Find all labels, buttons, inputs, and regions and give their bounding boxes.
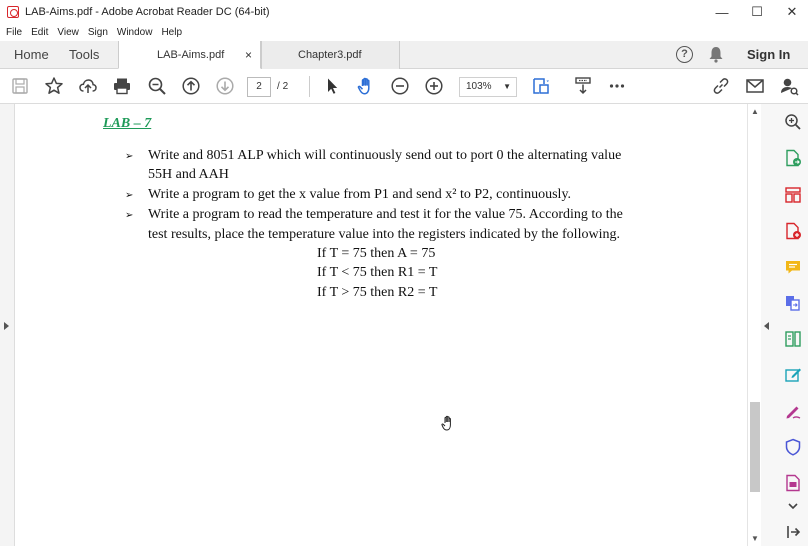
window-title: LAB-Aims.pdf - Adobe Acrobat Reader DC (… bbox=[25, 6, 270, 18]
scrollbar-thumb[interactable] bbox=[750, 402, 760, 492]
tab-home[interactable]: Home bbox=[14, 41, 49, 69]
pin-icon[interactable] bbox=[783, 522, 803, 542]
scroll-down-icon[interactable]: ▼ bbox=[751, 534, 759, 543]
menu-help[interactable]: Help bbox=[161, 27, 182, 38]
more-options-icon[interactable] bbox=[607, 76, 627, 96]
zoom-out-icon[interactable] bbox=[390, 76, 410, 96]
compress-icon[interactable] bbox=[783, 329, 803, 349]
right-tools-panel bbox=[761, 104, 808, 546]
condition-line: If T > 75 then R2 = T bbox=[317, 285, 438, 300]
bullet-arrow-icon: ➢ bbox=[125, 210, 134, 221]
page-separator: / bbox=[277, 81, 280, 92]
fill-sign-icon[interactable] bbox=[783, 401, 803, 421]
menu-view[interactable]: View bbox=[57, 27, 79, 38]
select-cursor-icon[interactable] bbox=[322, 76, 342, 96]
protect-icon[interactable] bbox=[783, 437, 803, 457]
close-tab-icon[interactable]: × bbox=[245, 48, 252, 62]
email-icon[interactable] bbox=[745, 76, 765, 96]
close-window-button[interactable]: ✕ bbox=[774, 0, 808, 24]
bell-icon[interactable] bbox=[708, 46, 724, 63]
organize-pages-icon[interactable] bbox=[783, 185, 803, 205]
condition-line: If T < 75 then R1 = T bbox=[317, 265, 438, 280]
bullet-arrow-icon: ➢ bbox=[125, 151, 134, 162]
total-pages: 2 bbox=[282, 81, 289, 92]
scroll-up-icon[interactable]: ▲ bbox=[751, 107, 759, 116]
condition-line: If T = 75 then A = 75 bbox=[317, 246, 436, 261]
vertical-scrollbar[interactable]: ▲ ▼ bbox=[747, 104, 761, 546]
zoom-in-icon[interactable] bbox=[424, 76, 444, 96]
next-page-icon[interactable] bbox=[215, 76, 235, 96]
zoom-level-value: 103% bbox=[466, 81, 492, 92]
page-number-input[interactable]: 2 bbox=[247, 77, 271, 97]
share-link-icon[interactable] bbox=[711, 76, 731, 96]
edit-pdf-icon[interactable] bbox=[783, 365, 803, 385]
hand-tool-icon[interactable] bbox=[356, 76, 376, 96]
doc-tab-chapter3[interactable]: Chapter3.pdf bbox=[261, 41, 400, 69]
acrobat-window: LAB-Aims.pdf - Adobe Acrobat Reader DC (… bbox=[0, 0, 808, 546]
chevron-down-icon: ▼ bbox=[503, 82, 511, 91]
item-3-line-2: test results, place the temperature valu… bbox=[148, 227, 620, 242]
menu-window[interactable]: Window bbox=[117, 27, 153, 38]
sign-in-button[interactable]: Sign In bbox=[747, 41, 790, 69]
page-count: / 2 bbox=[277, 77, 288, 97]
scroll-mode-icon[interactable] bbox=[573, 76, 593, 96]
minimize-button[interactable]: — bbox=[704, 0, 740, 24]
save-icon[interactable] bbox=[10, 76, 30, 96]
more-tools-icon[interactable] bbox=[783, 473, 803, 493]
print-icon[interactable] bbox=[112, 76, 132, 96]
toolbar: 2 / 2 103% ▼ bbox=[0, 69, 808, 104]
title-bar: LAB-Aims.pdf - Adobe Acrobat Reader DC (… bbox=[0, 0, 808, 24]
doc-tab-label: Chapter3.pdf bbox=[298, 49, 362, 61]
tab-tools[interactable]: Tools bbox=[69, 41, 99, 69]
create-pdf-icon[interactable] bbox=[783, 221, 803, 241]
previous-page-icon[interactable] bbox=[181, 76, 201, 96]
menu-sign[interactable]: Sign bbox=[88, 27, 108, 38]
menu-file[interactable]: File bbox=[6, 27, 22, 38]
tab-row: Home Tools LAB-Aims.pdf × Chapter3.pdf ?… bbox=[0, 41, 808, 69]
acrobat-app-icon bbox=[7, 6, 19, 18]
left-panel-toggle[interactable] bbox=[0, 104, 15, 546]
hand-cursor-icon bbox=[441, 415, 451, 431]
item-1-line-1: Write and 8051 ALP which will continuous… bbox=[148, 148, 622, 163]
help-icon[interactable]: ? bbox=[676, 46, 693, 63]
doc-tab-lab-aims[interactable]: LAB-Aims.pdf × bbox=[118, 41, 261, 69]
collapse-right-panel-icon[interactable] bbox=[764, 322, 769, 330]
page-fit-icon[interactable] bbox=[531, 76, 551, 96]
zoom-level-select[interactable]: 103% ▼ bbox=[459, 77, 517, 97]
combine-files-icon[interactable] bbox=[783, 293, 803, 313]
expand-icon[interactable] bbox=[783, 496, 803, 516]
doc-tab-label: LAB-Aims.pdf bbox=[157, 48, 225, 61]
bookmark-star-icon[interactable] bbox=[44, 76, 64, 96]
item-2-line-1: Write a program to get the x value from … bbox=[148, 187, 572, 202]
comment-icon[interactable] bbox=[783, 257, 803, 277]
menu-edit[interactable]: Edit bbox=[31, 27, 48, 38]
zoom-out-search-icon[interactable] bbox=[147, 76, 167, 96]
lab-title: LAB – 7 bbox=[103, 116, 152, 131]
item-3-line-1: Write a program to read the temperature … bbox=[148, 207, 623, 222]
document-view[interactable]: LAB – 7 ➢ Write and 8051 ALP which will … bbox=[15, 104, 747, 546]
item-1-line-2: 55H and AAH bbox=[148, 167, 229, 182]
toolbar-divider bbox=[309, 76, 310, 97]
cloud-upload-icon[interactable] bbox=[78, 76, 98, 96]
maximize-button[interactable]: ☐ bbox=[739, 0, 775, 24]
expand-left-panel-icon[interactable] bbox=[4, 322, 9, 330]
export-pdf-icon[interactable] bbox=[783, 148, 803, 168]
bullet-arrow-icon: ➢ bbox=[125, 190, 134, 201]
menu-bar: File Edit View Sign Window Help bbox=[0, 24, 808, 41]
account-search-icon[interactable] bbox=[779, 76, 799, 96]
zoom-icon[interactable] bbox=[783, 112, 803, 132]
